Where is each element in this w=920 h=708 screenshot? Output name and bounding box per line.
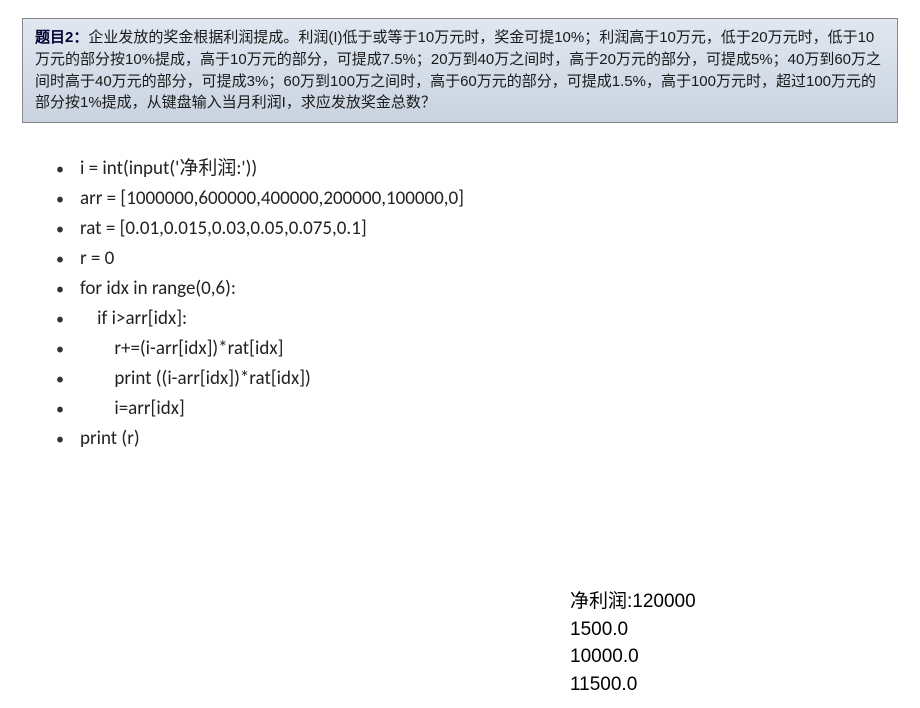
bullet-icon: • [40, 310, 80, 329]
problem-statement-box: 题目2：企业发放的奖金根据利润提成。利润(I)低于或等于10万元时，奖金可提10… [22, 18, 898, 123]
code-line: • i=arr[idx] [40, 397, 920, 420]
output-line: 1500.0 [570, 616, 696, 644]
bullet-icon: • [40, 250, 80, 269]
code-line: • r+=(i-arr[idx])*rat[idx] [40, 337, 920, 360]
problem-description: 企业发放的奖金根据利润提成。利润(I)低于或等于10万元时，奖金可提10%；利润… [35, 29, 881, 111]
code-line: • i = int(input('净利润:')) [40, 153, 920, 180]
bullet-icon: • [40, 340, 80, 359]
code-line: • rat = [0.01,0.015,0.03,0.05,0.075,0.1] [40, 217, 920, 240]
code-text: i = int(input('净利润:')) [80, 153, 257, 180]
bullet-icon: • [40, 190, 80, 209]
code-text: if i>arr[idx]: [80, 307, 187, 330]
code-text: arr = [1000000,600000,400000,200000,1000… [80, 187, 464, 210]
bullet-icon: • [40, 160, 80, 179]
output-line: 11500.0 [570, 671, 696, 699]
code-line: • print (r) [40, 427, 920, 450]
code-text: r = 0 [80, 247, 114, 270]
bullet-icon: • [40, 400, 80, 419]
code-text: print ((i-arr[idx])*rat[idx]) [80, 367, 311, 390]
code-listing: • i = int(input('净利润:')) • arr = [100000… [40, 153, 920, 450]
code-text: i=arr[idx] [80, 397, 185, 420]
output-line: 10000.0 [570, 643, 696, 671]
bullet-icon: • [40, 370, 80, 389]
code-line: • if i>arr[idx]: [40, 307, 920, 330]
bullet-icon: • [40, 220, 80, 239]
code-line: • print ((i-arr[idx])*rat[idx]) [40, 367, 920, 390]
bullet-icon: • [40, 280, 80, 299]
code-text: rat = [0.01,0.015,0.03,0.05,0.075,0.1] [80, 217, 367, 240]
problem-title-label: 题目2： [35, 29, 88, 46]
program-output: 净利润:120000 1500.0 10000.0 11500.0 [570, 588, 696, 698]
code-line: • arr = [1000000,600000,400000,200000,10… [40, 187, 920, 210]
output-line: 净利润:120000 [570, 588, 696, 616]
code-text: print (r) [80, 427, 140, 450]
bullet-icon: • [40, 430, 80, 449]
code-text: r+=(i-arr[idx])*rat[idx] [80, 337, 283, 360]
code-text: for idx in range(0,6): [80, 277, 236, 300]
code-line: • r = 0 [40, 247, 920, 270]
code-line: • for idx in range(0,6): [40, 277, 920, 300]
